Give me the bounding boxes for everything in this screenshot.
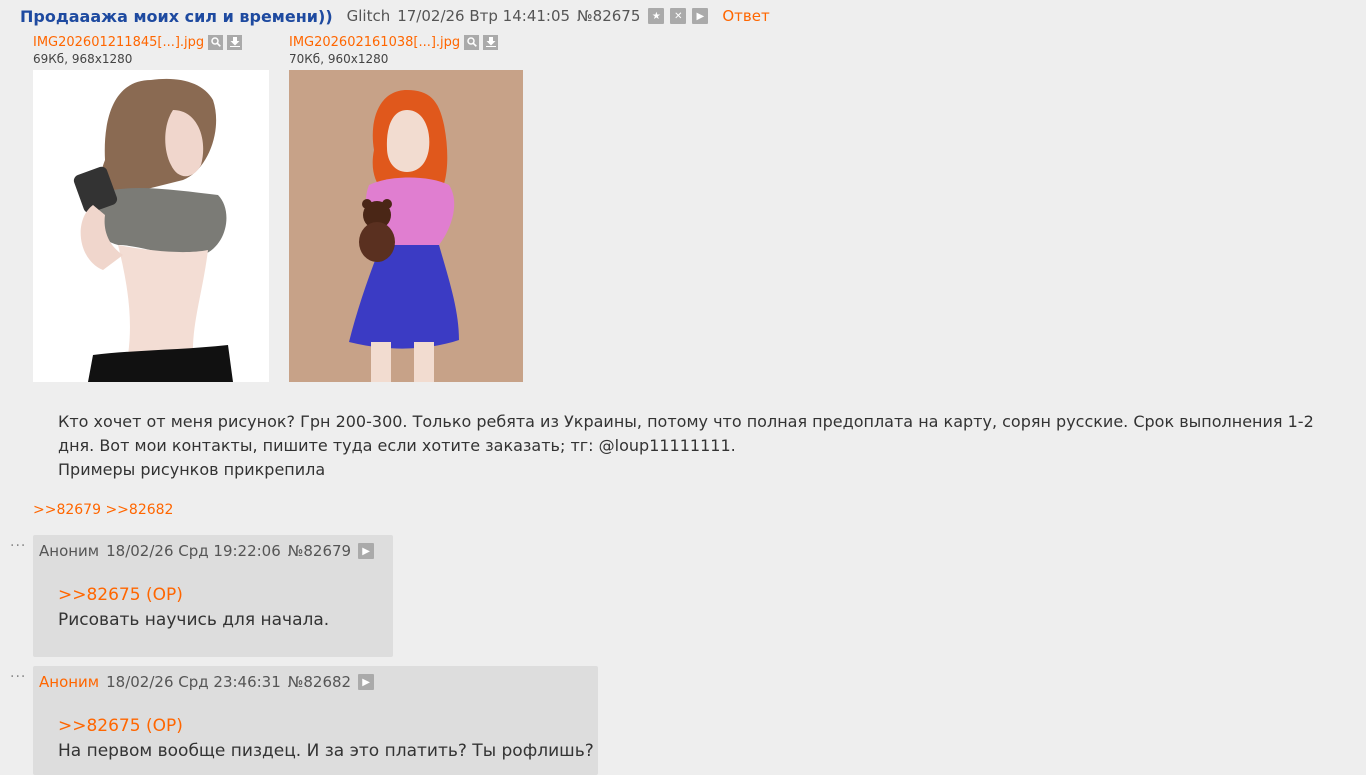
file-meta: 69Кб, 968x1280 (33, 52, 133, 66)
post-number-link[interactable]: №82682 (288, 673, 351, 691)
post-text-line: Кто хочет от меня рисунок? Грн 200-300. … (58, 412, 1314, 431)
download-icon[interactable] (227, 34, 243, 50)
ellipsis-icon[interactable]: ··· (10, 669, 26, 685)
backlinks: >>82679 >>82682 (33, 502, 173, 518)
post-date: 18/02/26 Срд 19:22:06 (106, 542, 281, 560)
thumbnail-image-1[interactable] (33, 70, 269, 382)
poster-name: Аноним (39, 673, 100, 691)
file-info-2: IMG202602161038[...].jpg 70Кб, 960x1280 (289, 33, 499, 66)
post-date: 17/02/26 Втр 14:41:05 (397, 7, 571, 25)
file-meta: 70Кб, 960x1280 (289, 52, 389, 66)
file-info-1: IMG202601211845[...].jpg 69Кб, 968x1280 (33, 33, 243, 66)
star-icon[interactable]: ★ (648, 8, 665, 24)
backlink[interactable]: >>82679 (33, 502, 101, 518)
backlink[interactable]: >>82682 (105, 502, 173, 518)
reply-link[interactable]: Ответ (722, 7, 769, 25)
poster-name: Glitch (346, 7, 391, 25)
thread-title: Продааажа моих сил и времени)) (20, 6, 333, 26)
play-icon[interactable]: ▶ (358, 543, 375, 559)
post-number-link[interactable]: №82675 (577, 7, 640, 25)
post-date: 18/02/26 Срд 23:46:31 (106, 673, 281, 691)
reply-text: На первом вообще пиздец. И за это платит… (58, 741, 594, 761)
post-body: Кто хочет от меня рисунок? Грн 200-300. … (58, 410, 1348, 482)
reply-header: Аноним 18/02/26 Срд 19:22:06 №82679 ▶ (39, 542, 380, 560)
file-name-link[interactable]: IMG202602161038[...].jpg (289, 35, 460, 50)
post-text-line: дня. Вот мои контакты, пишите туда если … (58, 436, 736, 455)
file-name-link[interactable]: IMG202601211845[...].jpg (33, 35, 204, 50)
post-number-link[interactable]: №82679 (288, 542, 351, 560)
reply-post: Аноним 18/02/26 Срд 19:22:06 №82679 ▶ >>… (33, 535, 393, 657)
play-icon[interactable]: ▶ (358, 674, 375, 690)
search-icon[interactable] (208, 34, 224, 50)
post-text-line: Примеры рисунков прикрепила (58, 460, 326, 479)
reply-header: Аноним 18/02/26 Срд 23:46:31 №82682 ▶ (39, 673, 380, 691)
play-icon[interactable]: ▶ (692, 8, 709, 24)
quote-link[interactable]: >>82675 (OP) (58, 585, 183, 605)
quote-link[interactable]: >>82675 (OP) (58, 716, 183, 736)
op-header: Продааажа моих сил и времени)) Glitch 17… (20, 6, 770, 26)
reply-post: Аноним 18/02/26 Срд 23:46:31 №82682 ▶ >>… (33, 666, 598, 775)
close-icon[interactable]: ✕ (670, 8, 687, 24)
thumbnail-image-2[interactable] (289, 70, 523, 382)
search-icon[interactable] (464, 34, 480, 50)
download-icon[interactable] (483, 34, 499, 50)
ellipsis-icon[interactable]: ··· (10, 538, 26, 554)
reply-text: Рисовать научись для начала. (58, 610, 330, 630)
poster-name: Аноним (39, 542, 100, 560)
